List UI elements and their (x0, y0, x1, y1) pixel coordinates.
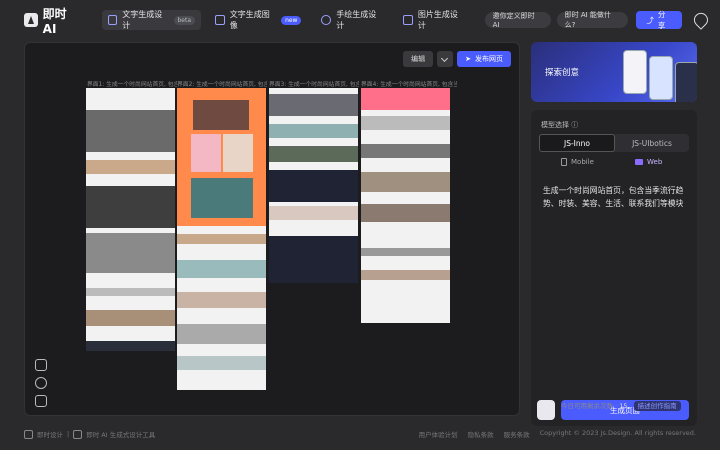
model-selector: JS-Inno JS-UIbotics (539, 134, 689, 152)
tab-sketch-to-design[interactable]: 手绘生成设计 (315, 10, 389, 30)
beta-badge: beta (173, 15, 196, 25)
share-button[interactable]: ⤴ 分享 (636, 10, 683, 30)
phone-mockup (623, 50, 647, 94)
frame-label-3: 界面3: 生成一个时尚网站首页, 包含当季流行趋势 (269, 82, 359, 88)
top-bar: 即时AI 文字生成设计 beta 文字生成图像 new 手绘生成设计 图片生成设… (0, 0, 720, 40)
frame-label-1: 界面1: 生成一个时尚网站首页, 包含当季流行趋势 (87, 82, 177, 88)
tab-label: 文字生成设计 (122, 10, 163, 30)
footer-link-ux[interactable]: 用户体验计划 (419, 429, 458, 439)
new-badge: new (281, 15, 302, 25)
footer: 即时设计 | 即时 AI 生成式设计工具 用户体验计划 隐私条款 服务条款 Co… (0, 427, 720, 441)
tab-label: 手绘生成设计 (336, 10, 377, 30)
copyright: Copyright © 2023 Js.Design. All rights r… (539, 429, 696, 437)
sketch-icon (321, 15, 332, 25)
design-frame-2[interactable] (177, 88, 266, 390)
design-frame-3[interactable] (269, 88, 358, 283)
design-canvas[interactable]: 编辑 ➤ 发布网页 界面1: 生成一个时尚网站首页, 包含当季流行趋势 界面2:… (24, 42, 520, 416)
app-logo[interactable]: 即时AI (24, 5, 80, 36)
model-label-text: 模型选择 (541, 121, 569, 129)
device-web[interactable]: Web (635, 158, 662, 166)
footer-brand[interactable]: 即时设计 (37, 429, 63, 439)
design-frame-4[interactable] (361, 88, 450, 323)
tab-label: 文字生成图像 (229, 10, 270, 30)
design-frame-1[interactable] (86, 88, 175, 351)
share-icon: ⤴ (646, 15, 654, 25)
device-label: Mobile (571, 158, 594, 166)
hand-icon[interactable] (35, 359, 47, 371)
remaining-quota: 今日可用剩余次数 · 15 描述创作指南 (561, 400, 681, 411)
lasso-icon[interactable] (35, 377, 47, 389)
divider: | (67, 430, 70, 438)
frame-label-4: 界面4: 生成一个时尚网站首页, 包含当季流行趋势 (361, 82, 457, 88)
ai-logo-icon (73, 429, 83, 439)
send-icon: ➤ (465, 55, 471, 63)
publish-button[interactable]: ➤ 发布网页 (457, 51, 511, 67)
theme-icon[interactable] (691, 10, 711, 30)
frame-label-2: 界面2: 生成一个时尚网站首页, 包含当季流行趋势 (177, 82, 267, 88)
generator-sidebar: 探索创意 模型选择 ⓘ JS-Inno JS-UIbotics Mobile W… (531, 42, 697, 426)
text-image-icon (215, 15, 225, 25)
device-label: Web (647, 158, 663, 166)
prompt-input[interactable]: 生成一个时尚网站首页，包含当季流行趋势、时装、美容、生活、联系我们等模块 (543, 184, 689, 210)
footer-link-terms[interactable]: 服务条款 (504, 429, 530, 439)
tab-label: 图片生成设计 (417, 10, 458, 30)
capabilities-button[interactable]: 即时 AI 能做什么? (556, 11, 629, 29)
style-icon[interactable] (537, 400, 555, 420)
model-label: 模型选择 ⓘ (541, 120, 578, 130)
tab-text-to-design[interactable]: 文字生成设计 beta (101, 10, 202, 30)
chevron-down-icon[interactable] (437, 51, 454, 67)
text-design-icon (107, 15, 118, 25)
device-mobile[interactable]: Mobile (561, 158, 594, 166)
phone-mockup (649, 56, 673, 100)
trash-icon[interactable] (35, 395, 47, 407)
edit-button[interactable]: 编辑 (403, 51, 434, 67)
footer-link-privacy[interactable]: 隐私条款 (468, 429, 494, 439)
model-option-inno[interactable]: JS-Inno (539, 134, 615, 152)
tab-image-to-design[interactable]: 图片生成设计 (397, 10, 471, 30)
phone-mockup (675, 62, 697, 102)
image-design-icon (403, 15, 413, 25)
invite-button[interactable]: 邀你定义即时 AI (484, 12, 551, 29)
model-option-uibotics[interactable]: JS-UIbotics (615, 134, 689, 152)
mobile-icon (561, 158, 567, 166)
settings-panel: 模型选择 ⓘ JS-Inno JS-UIbotics Mobile Web 生成… (531, 110, 697, 426)
monitor-icon (635, 159, 643, 165)
publish-label: 发布网页 (475, 55, 503, 63)
app-name: 即时AI (42, 6, 67, 36)
logo-icon (24, 13, 38, 27)
share-label: 分享 (657, 10, 666, 30)
help-icon[interactable]: ⓘ (571, 121, 578, 129)
footer-tagline: 即时 AI 生成式设计工具 (86, 431, 156, 439)
guide-link[interactable]: 描述创作指南 (633, 401, 681, 411)
tab-text-to-image[interactable]: 文字生成图像 new (209, 10, 307, 30)
explore-banner[interactable]: 探索创意 (531, 42, 697, 102)
jsdesign-icon (24, 429, 33, 439)
canvas-toolbar: 编辑 ➤ 发布网页 (403, 51, 511, 67)
remaining-label: 今日可用剩余次数 · (561, 402, 620, 410)
remaining-count: 15 (619, 402, 628, 410)
banner-title: 探索创意 (545, 68, 580, 78)
